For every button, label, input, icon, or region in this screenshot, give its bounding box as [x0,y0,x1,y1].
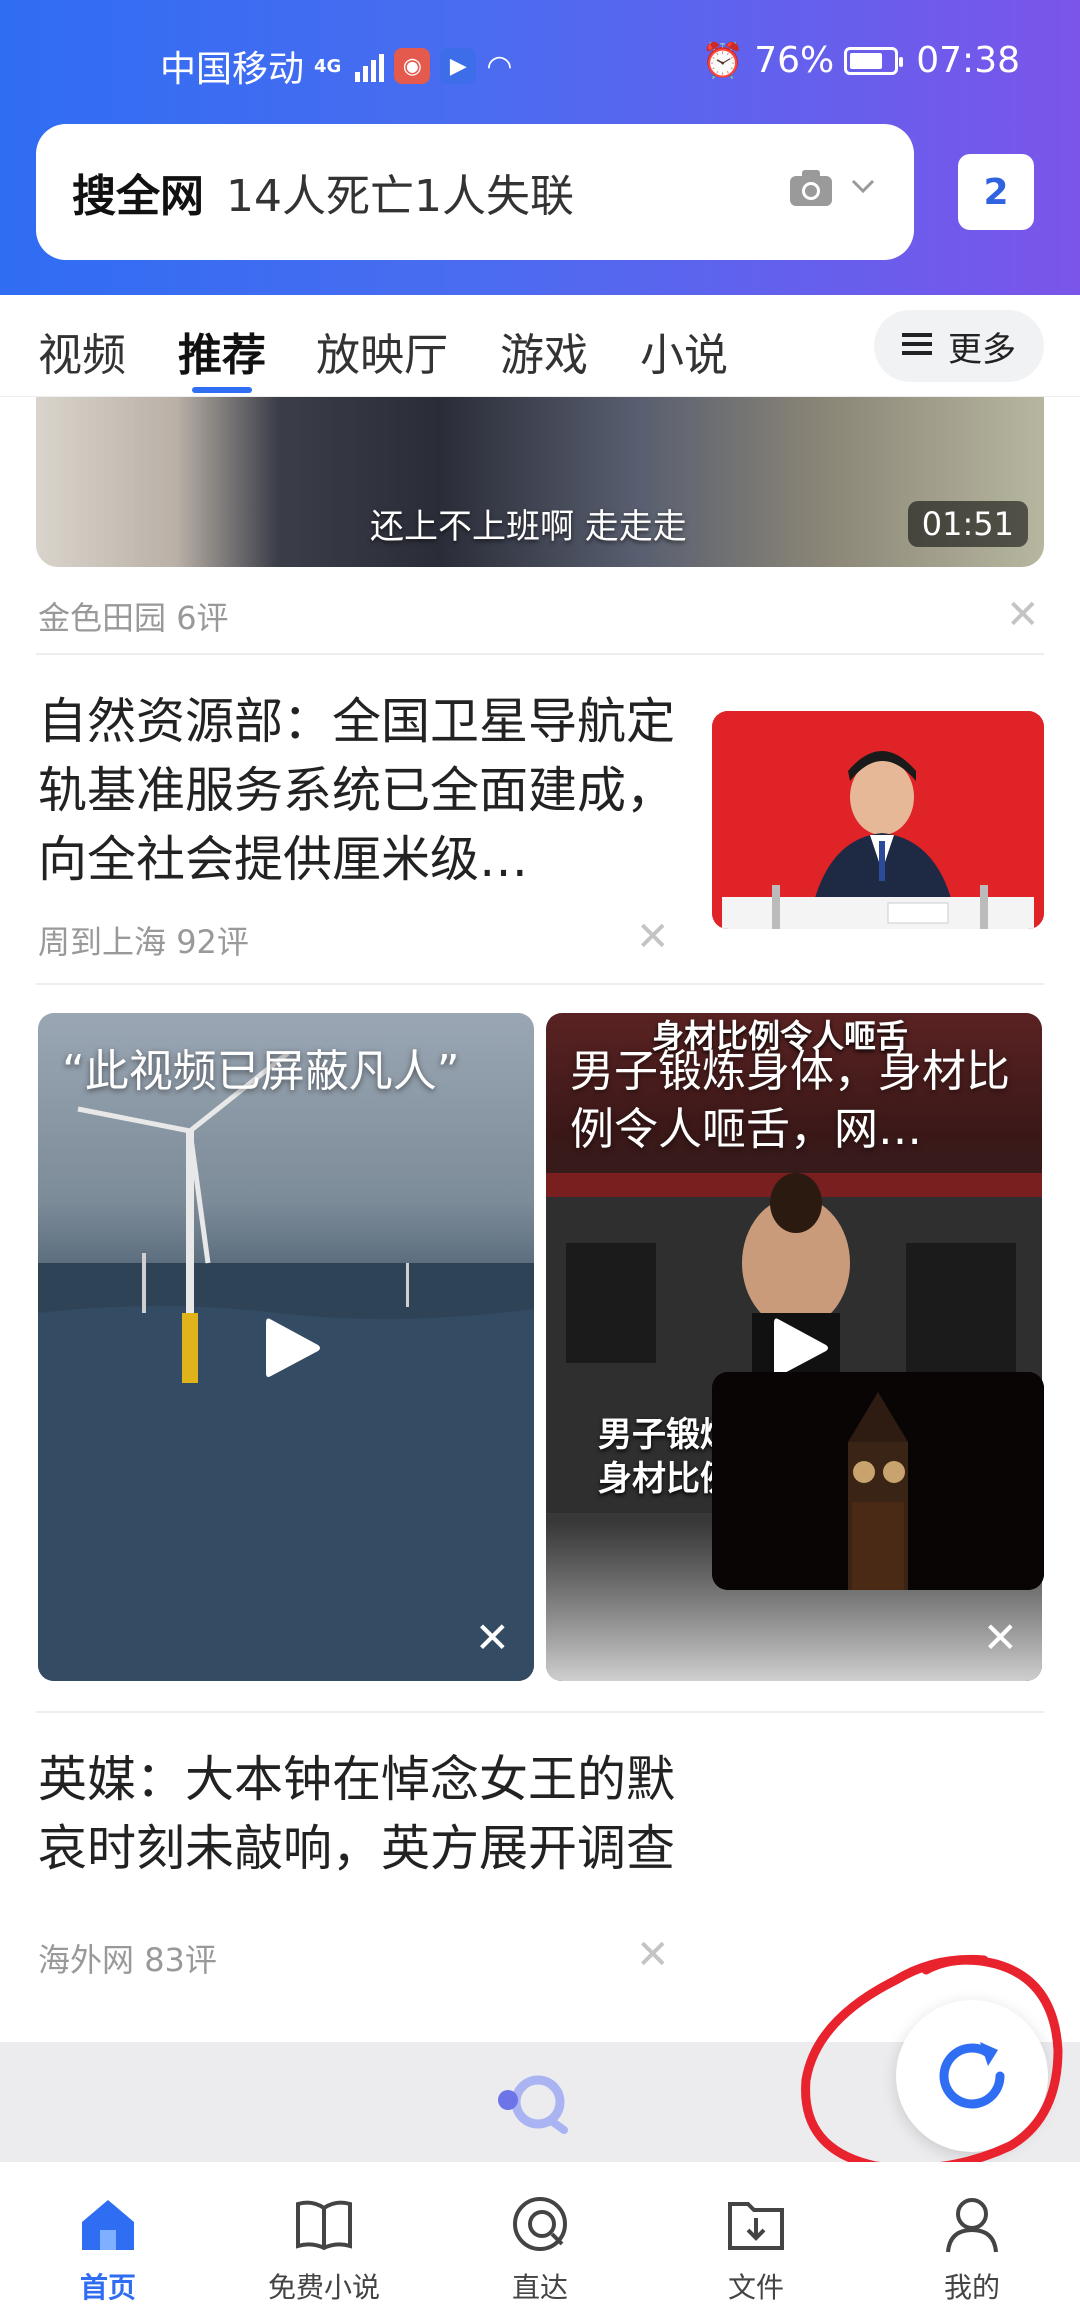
video-thumbnail[interactable]: 还上不上班啊 走走走 01:51 [36,397,1044,567]
status-left: 中国移动 4G ◉ ▶ ◠ [160,40,513,92]
direct-icon [513,2197,567,2251]
nav-files[interactable]: 文件 [676,2194,836,2306]
nav-label: 首页 [79,2271,136,2304]
nav-label: 直达 [511,2271,568,2304]
video-card-left[interactable]: “此视频已屏蔽凡人” ✕ [38,1013,534,1681]
carrier-label: 中国移动 [160,49,305,90]
app-notification-icon: ◉ [394,48,431,84]
loading-logo-icon [498,2075,568,2134]
news-thumbnail[interactable] [712,711,1044,929]
file-download-icon [728,2202,784,2250]
clock: 07:38 [916,40,1020,81]
item-source: 金色田园 [38,599,167,637]
card-title: “此视频已屏蔽凡人” [62,1046,460,1097]
battery-percent: 76% [754,40,835,81]
nav-home[interactable]: 首页 [28,2194,188,2306]
camera-icon[interactable] [788,166,834,216]
item-meta: 周到上海 92评 [38,917,249,963]
network-label: 4G [314,55,342,77]
news-thumbnail[interactable] [712,1372,1044,1590]
status-bar: 中国移动 4G ◉ ▶ ◠ ⏰ 76% 07:38 [0,30,1080,94]
divider [36,1711,1044,1713]
tab-video[interactable]: 视频 [38,319,126,383]
nav-me[interactable]: 我的 [892,2194,1052,2306]
item-comments: 83评 [144,1941,217,1979]
header: 中国移动 4G ◉ ▶ ◠ ⏰ 76% 07:38 搜全网 14人死亡1人失联 … [0,0,1080,295]
news-title[interactable]: 自然资源部：全国卫星导航定轨基准服务系统已全面建成，向全社会提供厘米级… [38,687,688,894]
app-play-icon: ▶ [440,48,477,84]
book-icon [296,2200,352,2251]
play-icon[interactable] [256,1313,326,1383]
annotation-circle [801,1954,1063,2173]
tab-count-button[interactable]: 2 [958,154,1034,230]
item-meta: 海外网 83评 [38,1935,217,1981]
video-duration: 01:51 [907,501,1028,547]
dismiss-icon[interactable]: ✕ [636,917,670,957]
nav-direct[interactable]: 直达 [460,2194,620,2306]
dismiss-icon[interactable]: ✕ [636,1935,670,1975]
wifi-icon: ◠ [486,48,513,84]
divider [36,983,1044,985]
dismiss-icon[interactable]: ✕ [983,1617,1018,1659]
news-feed: 还上不上班啊 走走走 01:51 金色田园 6评 ✕ 自然资源部：全国卫星导航定… [0,397,1080,2042]
user-icon [946,2198,998,2253]
home-icon [82,2200,134,2250]
more-channels-button[interactable]: 更多 [874,310,1044,382]
nav-free-novels[interactable]: 免费小说 [244,2194,404,2306]
chevron-down-icon[interactable] [850,176,876,200]
video-subtitle: 还上不上班啊 走走走 [370,507,687,547]
card-title: 男子锻炼身体，身材比例令人咂舌，网… [570,1046,1010,1155]
battery-icon [844,46,904,75]
dismiss-icon[interactable]: ✕ [475,1617,510,1659]
bottom-nav: 首页 免费小说 直达 文件 我的 [0,2162,1080,2310]
search-query[interactable]: 14人死亡1人失联 [226,160,574,224]
tab-novels[interactable]: 小说 [640,319,728,383]
tab-games[interactable]: 游戏 [500,319,588,383]
more-label: 更多 [948,329,1016,370]
divider [36,653,1044,655]
nav-label: 免费小说 [267,2271,380,2304]
item-comments: 6评 [176,599,229,637]
dismiss-icon[interactable]: ✕ [1006,595,1040,635]
status-right: ⏰ 76% 07:38 [702,40,1020,81]
signal-icon [355,50,385,82]
nav-label: 我的 [943,2271,1000,2304]
item-meta: 金色田园 6评 [38,593,229,639]
alarm-icon: ⏰ [701,40,745,81]
news-title[interactable]: 英媒：大本钟在悼念女王的默哀时刻未敲响，英方展开调查 [38,1745,688,1883]
item-source: 周到上海 [38,923,167,961]
active-tab-indicator [192,387,252,393]
tab-cinema[interactable]: 放映厅 [316,319,448,383]
nav-label: 文件 [727,2271,784,2304]
menu-icon [902,326,932,366]
search-brand: 搜全网 [72,171,204,222]
item-source: 海外网 [38,1941,135,1979]
search-bar[interactable]: 搜全网 14人死亡1人失联 [36,124,914,260]
item-comments: 92评 [176,923,249,961]
tab-recommend[interactable]: 推荐 [178,319,266,383]
